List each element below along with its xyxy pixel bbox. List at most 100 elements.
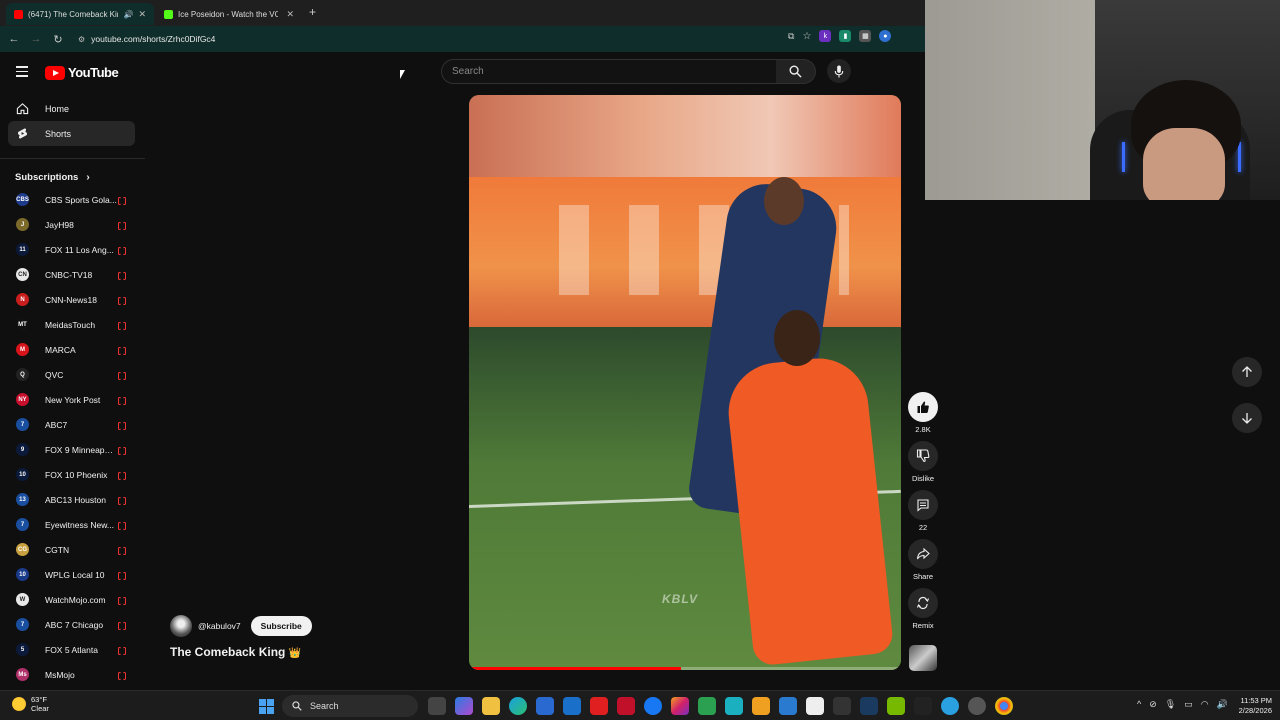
tray-chevron-icon[interactable]: ^	[1137, 699, 1141, 710]
subscription-item[interactable]: M MARCA	[0, 337, 145, 362]
subscription-item[interactable]: Q QVC	[0, 362, 145, 387]
subscription-item[interactable]: CBS CBS Sports Gola...	[0, 187, 145, 212]
youtube-favicon-icon	[14, 9, 23, 19]
back-icon[interactable]: ←	[3, 33, 25, 45]
copilot-icon[interactable]	[455, 697, 473, 715]
tray-network-icon[interactable]: ⊘	[1149, 699, 1157, 710]
search-input[interactable]: Search	[441, 59, 777, 84]
subscription-item[interactable]: NY New York Post	[0, 387, 145, 412]
task-view-icon[interactable]	[428, 697, 446, 715]
tray-mic-icon[interactable]: 🎙	[1165, 699, 1176, 710]
subscription-item[interactable]: 9 FOX 9 Minneapol...	[0, 437, 145, 462]
share-button[interactable]	[908, 539, 938, 569]
live-indicator-icon	[118, 221, 126, 230]
app-icon-teal[interactable]	[725, 697, 743, 715]
youtube-logo[interactable]: YouTube	[45, 65, 119, 80]
subscription-item[interactable]: W WatchMojo.com	[0, 587, 145, 612]
channel-handle[interactable]: @kabulov7	[198, 621, 241, 631]
youtube-app-icon[interactable]	[590, 697, 608, 715]
app-icon-green[interactable]	[698, 697, 716, 715]
video-frame-crowd	[469, 95, 901, 177]
sound-thumbnail[interactable]	[909, 645, 937, 671]
youtube-masthead: YouTube Search	[0, 52, 925, 92]
subscribe-button[interactable]: Subscribe	[250, 616, 312, 636]
subscription-item[interactable]: 10 WPLG Local 10	[0, 562, 145, 587]
site-info-icon[interactable]: ⚙	[78, 35, 85, 44]
like-button[interactable]	[908, 392, 938, 422]
subscription-item[interactable]: J JayH98	[0, 212, 145, 237]
shorts-video-player[interactable]: KBLV	[469, 95, 901, 670]
video-progress-bar[interactable]	[469, 667, 901, 670]
browser-tab[interactable]: Ice Poseidon - Watch the VOD ✕	[156, 3, 302, 25]
netflix-icon[interactable]	[617, 697, 635, 715]
windows-start-icon[interactable]	[259, 699, 274, 714]
epic-games-icon[interactable]	[914, 697, 932, 715]
taskbar-clock[interactable]: 11:53 PM 2/28/2026	[1222, 696, 1272, 716]
subscription-item[interactable]: Ms MsMojo	[0, 662, 145, 687]
new-tab-button[interactable]: +	[309, 5, 316, 19]
menu-icon[interactable]	[16, 66, 28, 80]
install-app-icon[interactable]: ⧉	[788, 31, 794, 42]
remix-button[interactable]	[908, 588, 938, 618]
tray-wifi-icon[interactable]: ◠	[1201, 699, 1209, 710]
extension-profile-icon[interactable]: ●	[879, 30, 892, 42]
sidebar-item-home[interactable]: Home	[8, 96, 135, 121]
facebook-icon[interactable]	[644, 697, 662, 715]
search-button[interactable]	[776, 59, 816, 84]
extension-grid-icon[interactable]: ▦	[859, 30, 872, 42]
file-explorer-icon[interactable]	[482, 697, 500, 715]
forward-icon[interactable]: →	[25, 33, 47, 45]
mail-icon[interactable]	[563, 697, 581, 715]
address-bar[interactable]: ⚙ youtube.com/shorts/Zrhc0DifGc4	[78, 29, 778, 49]
live-indicator-icon	[118, 596, 126, 605]
live-indicator-icon	[118, 671, 126, 680]
subscription-item[interactable]: CN CNBC-TV18	[0, 262, 145, 287]
subscription-item[interactable]: MT MeidasTouch	[0, 312, 145, 337]
subscription-item[interactable]: CG CGTN	[0, 537, 145, 562]
app-icon-white[interactable]	[806, 697, 824, 715]
dislike-button[interactable]	[908, 441, 938, 471]
extension-k-icon[interactable]: k	[819, 30, 832, 42]
remix-action: Remix	[906, 588, 940, 637]
subscription-item[interactable]: 11 FOX 11 Los Ang...	[0, 237, 145, 262]
comments-button[interactable]	[908, 490, 938, 520]
sidebar-item-label: Shorts	[45, 128, 72, 139]
telegram-icon[interactable]	[941, 697, 959, 715]
browser-tab-active[interactable]: (6471) The Comeback King 🔊 ✕	[6, 3, 154, 25]
app-icon-blue[interactable]	[779, 697, 797, 715]
subscription-name: FOX 5 Atlanta	[45, 644, 98, 655]
close-tab-icon[interactable]: ✕	[286, 9, 294, 20]
store-icon[interactable]	[536, 697, 554, 715]
app-icon-dark[interactable]	[833, 697, 851, 715]
weather-widget[interactable]: 63°F Clear	[12, 695, 49, 713]
nvidia-icon[interactable]	[887, 697, 905, 715]
channel-avatar[interactable]	[170, 615, 192, 637]
subscription-item[interactable]: 13 ABC13 Houston	[0, 487, 145, 512]
voice-search-button[interactable]	[827, 59, 851, 83]
extension-chart-icon[interactable]: ▮	[839, 30, 852, 42]
tray-display-icon[interactable]: ▭	[1184, 699, 1193, 710]
subscription-item[interactable]: 5 FOX 5 Atlanta	[0, 637, 145, 662]
video-title[interactable]: The Comeback King 👑	[170, 645, 301, 659]
subscription-item[interactable]: 7 ABC7	[0, 412, 145, 437]
subscription-item[interactable]: N CNN-News18	[0, 287, 145, 312]
next-short-button[interactable]	[1232, 403, 1262, 433]
close-tab-icon[interactable]: ✕	[138, 9, 146, 20]
sidebar-item-shorts[interactable]: Shorts	[8, 121, 135, 146]
previous-short-button[interactable]	[1232, 357, 1262, 387]
edge-icon[interactable]	[509, 697, 527, 715]
subscription-item[interactable]: 7 ABC 7 Chicago	[0, 612, 145, 637]
steam-icon[interactable]	[860, 697, 878, 715]
obs-icon[interactable]	[968, 697, 986, 715]
subscriptions-header[interactable]: Subscriptions ›	[0, 167, 145, 187]
shorts-icon	[17, 128, 28, 139]
subscription-item[interactable]: 10 FOX 10 Phoenix	[0, 462, 145, 487]
taskbar-search[interactable]: Search	[282, 695, 418, 717]
dislike-label: Dislike	[911, 474, 935, 483]
chrome-icon[interactable]	[995, 697, 1013, 715]
reload-icon[interactable]: ↻	[47, 33, 69, 46]
subscription-item[interactable]: 7 Eyewitness New...	[0, 512, 145, 537]
amazon-icon[interactable]	[752, 697, 770, 715]
instagram-icon[interactable]	[671, 697, 689, 715]
bookmark-star-icon[interactable]: ☆	[802, 31, 811, 42]
